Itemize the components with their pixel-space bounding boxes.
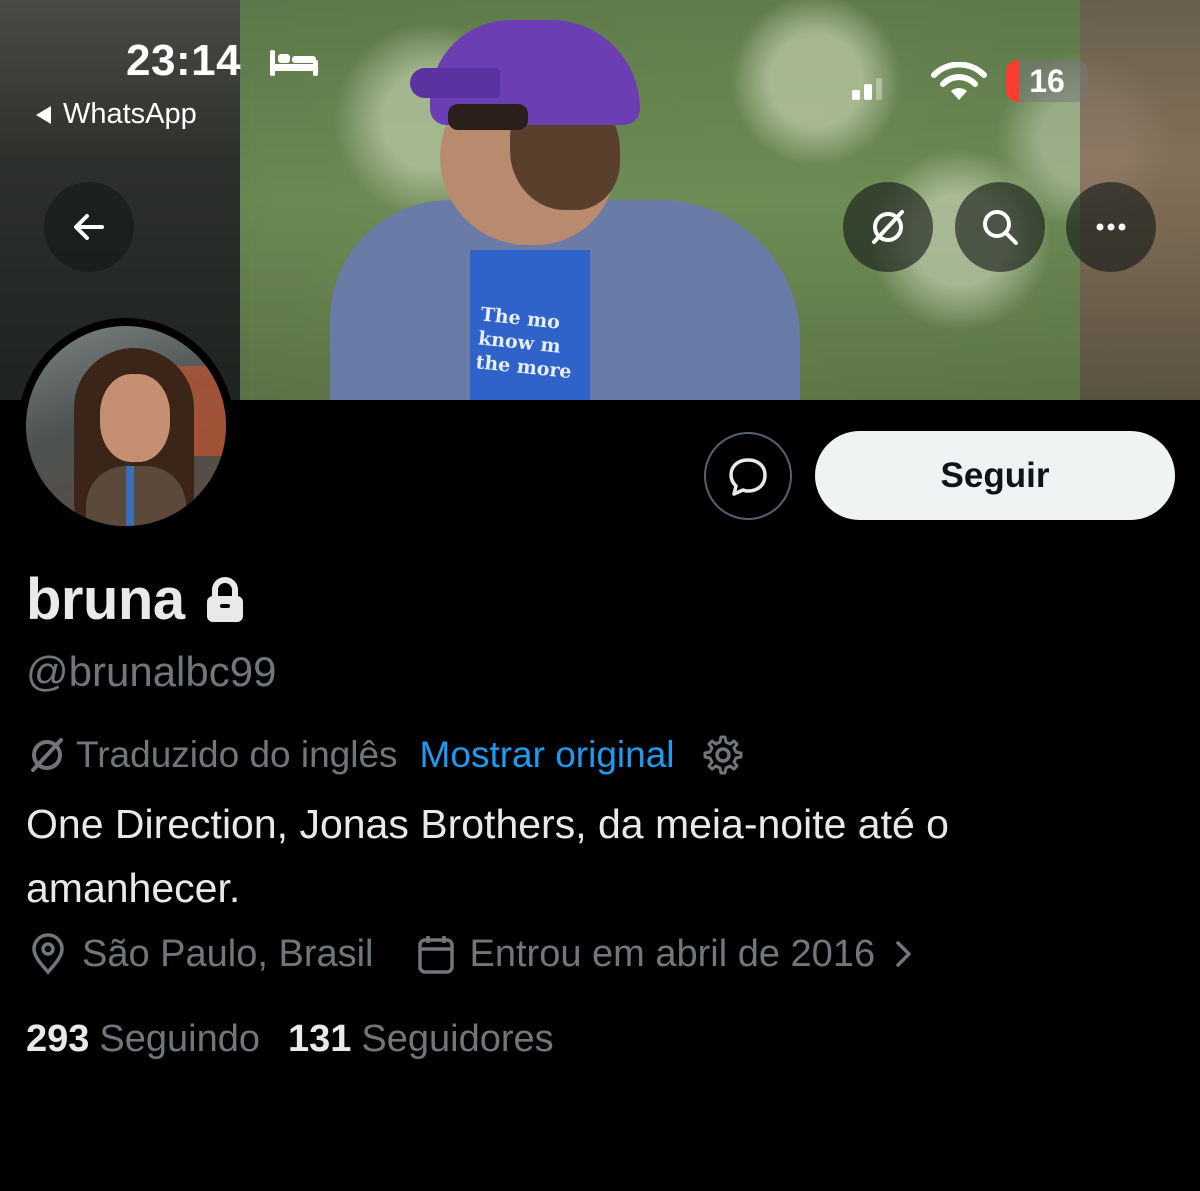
translate-off-icon [872,210,904,244]
calendar-icon [417,936,454,974]
status-time: 23:14 [126,36,242,85]
more-icon [1096,223,1126,231]
following-count: 293 [26,1018,90,1060]
search-button[interactable] [955,182,1045,272]
avatar-body [86,466,186,526]
banner-sunglasses [448,104,528,130]
chevron-right-icon [896,941,911,967]
lock-icon [206,576,243,622]
followers-label: Seguidores [361,1018,554,1060]
profile-meta-row: São Paulo, Brasil Entrou em abril de 201… [26,932,919,976]
avatar[interactable] [18,318,234,534]
location-item: São Paulo, Brasil [26,932,374,976]
following-label: Seguindo [99,1018,260,1060]
signal-icon [852,78,882,100]
following-stat[interactable]: 293 Seguindo [26,1018,260,1061]
banner-cap-brim [410,68,500,98]
avatar-lanyard [126,466,134,526]
joined-text: Entrou em abril de 2016 [469,932,876,975]
search-icon [983,210,1018,245]
show-original-link[interactable]: Mostrar original [420,734,675,776]
user-handle: @brunalbc99 [26,648,277,695]
follow-button[interactable]: Seguir [815,431,1175,520]
back-arrow-icon [74,214,104,240]
translation-row: Traduzido do inglês Mostrar original [26,733,745,777]
translated-label: Traduzido do inglês [76,734,398,775]
back-app-label: WhatsApp [63,98,197,130]
banner-shirt-text: The mo know m the more [474,303,573,384]
display-name: bruna [26,567,185,632]
battery-level: 16 [1029,63,1065,99]
message-icon [729,458,767,496]
back-to-app-link[interactable]: WhatsApp [36,98,197,131]
bed-icon [270,50,318,76]
translate-off-icon [31,738,63,772]
wifi-icon [931,62,987,100]
back-triangle-icon [36,105,51,124]
back-button[interactable] [44,182,134,272]
joined-item[interactable]: Entrou em abril de 2016 [414,932,920,976]
profile-bio: One Direction, Jonas Brothers, da meia-n… [26,801,949,911]
followers-count: 131 [288,1018,352,1060]
profile-name-row: bruna [26,566,247,633]
more-button[interactable] [1066,182,1156,272]
followers-stat[interactable]: 131 Seguidores [288,1018,554,1061]
message-button[interactable] [704,432,792,520]
gear-icon[interactable] [701,733,745,777]
avatar-face [100,374,170,462]
translate-button[interactable] [843,182,933,272]
location-text: São Paulo, Brasil [82,932,374,975]
location-pin-icon [32,933,64,975]
avatar-photo [26,326,226,526]
follow-stats: 293 Seguindo 131 Seguidores [26,1018,554,1061]
battery-indicator: 16 [1006,60,1088,102]
